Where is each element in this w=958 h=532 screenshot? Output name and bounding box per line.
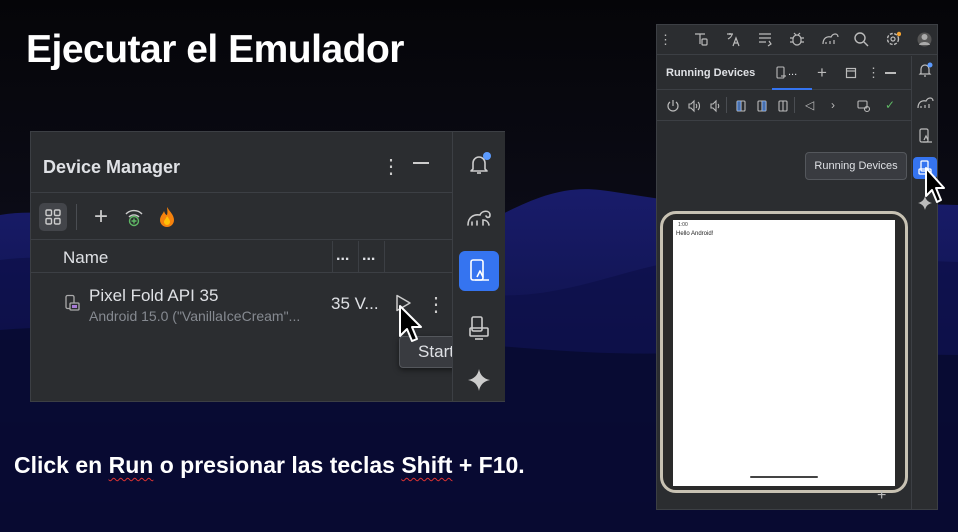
debug-icon[interactable]	[789, 31, 805, 47]
running-devices-tooltip: Running Devices	[805, 152, 907, 180]
device-icon	[63, 294, 81, 317]
device-manager-toolbar: +	[31, 194, 452, 240]
add-icon[interactable]: +	[89, 203, 113, 231]
slide-title: Ejecutar el Emulador	[26, 28, 404, 71]
add-tab-icon[interactable]: +	[817, 63, 827, 83]
kebab-icon[interactable]: ⋮	[381, 154, 401, 179]
device-subtitle: Android 15.0 ("VanillaIceCream"...	[89, 308, 301, 324]
power-icon[interactable]	[666, 99, 680, 113]
mouse-cursor-icon	[925, 167, 945, 203]
translate-icon[interactable]	[725, 31, 741, 47]
window-icon[interactable]	[845, 67, 857, 79]
row-kebab-icon[interactable]: ⋮	[426, 292, 446, 317]
rotate-right-icon[interactable]	[755, 99, 769, 113]
column-api[interactable]: ...	[336, 247, 349, 265]
running-devices-tabbar: Running Devices ... + ⋮	[657, 56, 911, 90]
fold-icon[interactable]	[776, 99, 790, 113]
toolbar-separator	[76, 204, 77, 230]
gradle-icon[interactable]	[916, 96, 934, 110]
running-devices-icon[interactable]	[459, 308, 499, 348]
minimize-icon[interactable]	[413, 162, 429, 164]
device-manager-icon[interactable]	[459, 251, 499, 291]
caption-text-3: + F10.	[452, 452, 525, 478]
device-name: Pixel Fold API 35	[89, 286, 219, 305]
gemini-icon[interactable]	[459, 360, 499, 400]
screenshot-icon[interactable]	[857, 99, 871, 113]
mouse-cursor-icon	[399, 305, 422, 342]
grid-icon[interactable]	[39, 203, 67, 231]
device-manager-panel: Device Manager ⋮ + Name ... ... Pixel Fo…	[30, 131, 505, 402]
instruction-caption: Click en Run o presionar las teclas Shif…	[14, 452, 525, 479]
back-icon[interactable]: ◁	[805, 98, 814, 112]
firebase-icon[interactable]	[154, 203, 180, 231]
running-devices-panel: ⋮ Running Devices ... + ⋮ ◁ › ✓ 1:00 Hel…	[656, 24, 938, 510]
caption-text-1: Click en	[14, 452, 109, 478]
device-manager-tool-strip	[452, 132, 505, 401]
device-manager-header: Device Manager ⋮	[31, 132, 452, 193]
nav-gesture-bar	[750, 476, 818, 478]
notifications-icon[interactable]	[459, 144, 499, 184]
volume-up-icon[interactable]	[687, 99, 701, 113]
device-table-header: Name ... ...	[31, 241, 452, 273]
column-divider	[384, 241, 385, 273]
gradle-icon[interactable]	[459, 198, 499, 238]
gradle-sync-icon[interactable]	[821, 31, 839, 47]
table-row[interactable]: Pixel Fold API 35 Android 15.0 ("Vanilla…	[31, 274, 452, 330]
column-divider	[358, 241, 359, 273]
ide-top-toolbar: ⋮	[657, 25, 937, 55]
settings-icon[interactable]	[885, 31, 901, 47]
column-divider	[332, 241, 333, 273]
kebab-icon[interactable]: ⋮	[659, 32, 672, 48]
caption-shift: Shift	[401, 452, 453, 478]
column-type[interactable]: ...	[362, 247, 375, 265]
device-tab-icon	[776, 66, 786, 79]
rotate-left-icon[interactable]	[734, 99, 748, 113]
status-time: 1:00	[678, 222, 688, 228]
running-devices-tool-strip	[911, 56, 937, 509]
control-separator	[726, 97, 727, 113]
panel-minimize-icon[interactable]	[885, 72, 896, 74]
column-name[interactable]: Name	[63, 248, 108, 268]
wifi-pair-icon[interactable]	[121, 203, 147, 231]
emulator-controls: ◁ › ✓	[657, 91, 911, 121]
caption-text-2: o presionar las teclas	[153, 452, 402, 478]
notifications-icon[interactable]	[917, 62, 933, 78]
device-manager-title: Device Manager	[43, 157, 181, 177]
avatar[interactable]	[916, 31, 933, 48]
foldable-phone-frame: 1:00 Hello Android!	[660, 211, 908, 493]
device-api: 35 V...	[331, 294, 379, 313]
caption-run: Run	[108, 452, 154, 478]
tab-device[interactable]: ...	[772, 56, 812, 90]
emulator-screen[interactable]: 1:00 Hello Android!	[673, 220, 895, 486]
panel-kebab-icon[interactable]: ⋮	[867, 65, 880, 81]
forward-icon[interactable]: ›	[831, 98, 835, 112]
hello-android-text: Hello Android!	[676, 231, 714, 237]
volume-down-icon[interactable]	[708, 99, 722, 113]
device-manager-icon[interactable]	[917, 128, 933, 144]
layout-inspector-icon[interactable]	[693, 31, 709, 47]
running-devices-title: Running Devices	[666, 67, 756, 79]
control-separator	[794, 97, 795, 113]
search-icon[interactable]	[853, 31, 869, 47]
tab-device-label: ...	[788, 66, 798, 78]
logcat-icon[interactable]	[757, 31, 773, 47]
check-icon[interactable]: ✓	[885, 98, 895, 112]
add-device-icon[interactable]: +	[877, 487, 886, 505]
